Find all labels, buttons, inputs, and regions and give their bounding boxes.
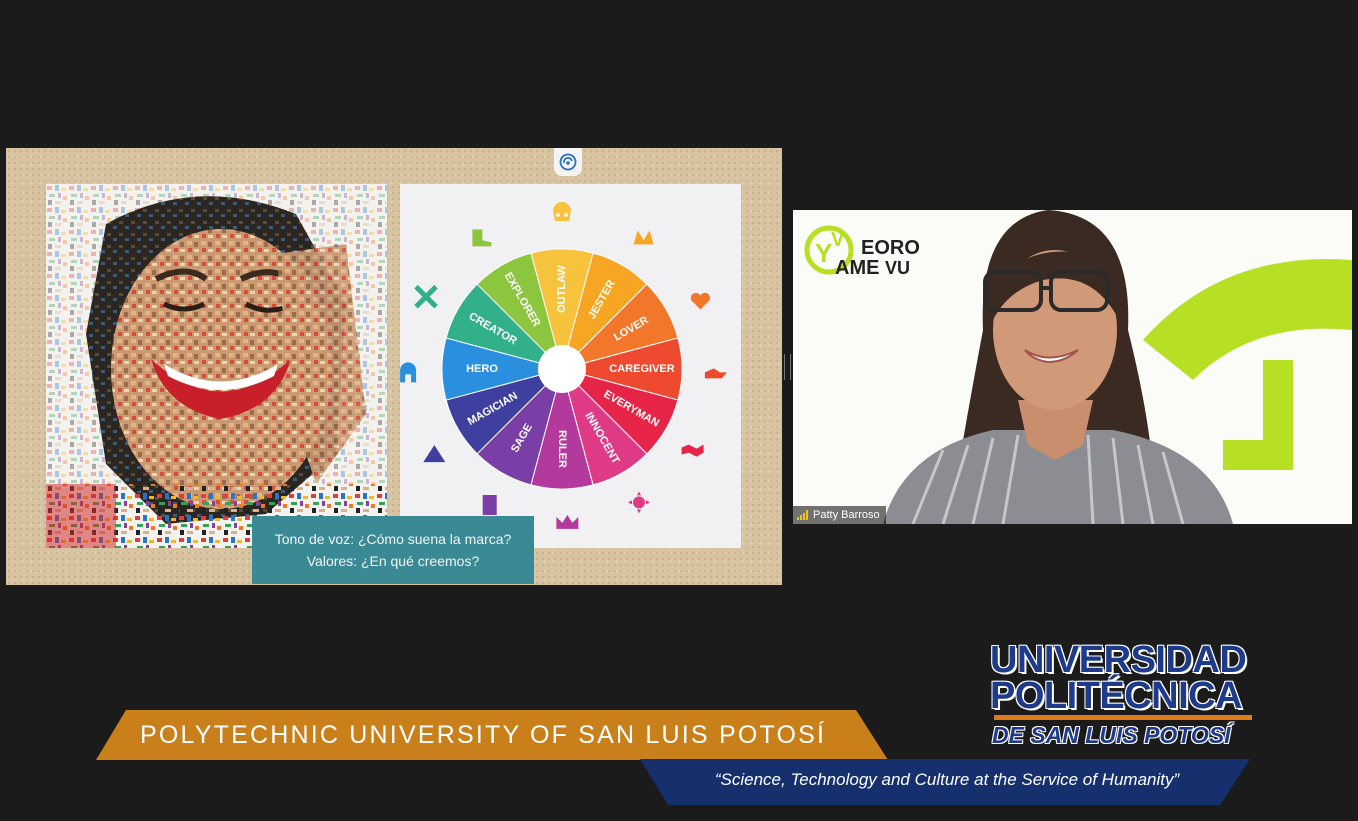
slide-caption: Tono de voz: ¿Cómo suena la marca? Valor… (252, 516, 534, 584)
boot-icon (472, 229, 492, 247)
screen-share-icon (559, 153, 577, 171)
screen-share-handle[interactable] (554, 148, 582, 176)
logo-letters-right: VU (885, 258, 910, 278)
participant-name: Patty Barroso (813, 509, 880, 521)
wheel-label-outlaw: OUTLAW (556, 265, 568, 313)
logo-text-top: EORO (861, 237, 920, 259)
logo-line-san-luis-potosi: DE SAN LUIS POTOSÍ (992, 722, 1231, 748)
wheel-label-hero: HERO (466, 363, 498, 375)
shared-screen-slide: OUTLAW JESTER LOVER CAREGIVER EVERYMAN INNOCE… (6, 148, 782, 585)
logo-letter-y: Y (815, 238, 832, 268)
wizard-hat-icon (423, 445, 446, 463)
caption-line-tone: Tono de voz: ¿Cómo suena la marca? (274, 531, 512, 547)
wheel-center (538, 345, 586, 393)
skull-icon (553, 202, 571, 221)
signal-strength-icon (797, 510, 808, 520)
logo-line-universidad: UNIVERSIDAD (990, 639, 1247, 681)
logo-divider-bar (994, 715, 1252, 720)
university-motto: “Science, Technology and Culture at the … (714, 770, 1180, 789)
logo-line-politecnica: POLITÉCNICA (990, 675, 1243, 717)
logo-text-bottom: AME (835, 257, 879, 279)
archetype-wheel-panel: OUTLAW JESTER LOVER CAREGIVER EVERYMAN INNOCE… (400, 184, 741, 548)
speaker-video-frame: Y V EORO AME VU (804, 210, 1352, 524)
book-icon (482, 494, 497, 515)
split-view-divider[interactable] (784, 354, 791, 380)
crown-icon (556, 514, 579, 529)
logo-letter-v: V (831, 229, 845, 251)
channel-logo: Y V EORO AME VU (804, 225, 920, 279)
handshake-icon (681, 444, 704, 457)
helping-hand-icon (704, 368, 727, 379)
heart-icon (690, 292, 711, 310)
participant-video-tile[interactable]: Y V EORO AME VU Patty Barroso (793, 210, 1352, 524)
wheel-label-ruler: RULER (556, 430, 568, 468)
caption-line-values: Valores: ¿En qué creemos? (306, 553, 480, 569)
participant-name-tag: Patty Barroso (793, 506, 886, 524)
crossed-tools-icon (414, 284, 438, 309)
spartan-helmet-icon (400, 362, 417, 383)
university-name-english: POLYTECHNIC UNIVERSITY OF SAN LUIS POTOS… (140, 721, 827, 749)
archetype-wheel: OUTLAW JESTERLOVERCAREGIVEREVERYMANINNOCE… (400, 202, 727, 529)
mosaic-portrait-image (46, 184, 387, 548)
wheel-label-caregiver: CAREGIVER (609, 363, 674, 375)
sun-icon (628, 491, 650, 514)
jester-hat-icon (633, 230, 654, 245)
